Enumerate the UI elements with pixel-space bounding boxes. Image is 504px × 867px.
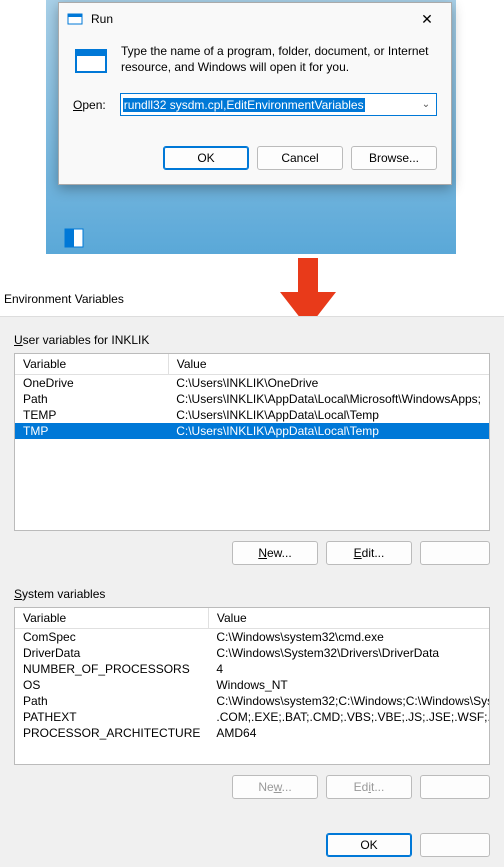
user-delete-button-partial[interactable] [420, 541, 490, 565]
table-row[interactable]: TEMPC:\Users\INKLIK\AppData\Local\Temp [15, 407, 489, 423]
env-window-title: Environment Variables [4, 292, 124, 306]
ok-button[interactable]: OK [326, 833, 412, 857]
open-value[interactable]: rundll32 sysdm.cpl,EditEnvironmentVariab… [123, 98, 365, 112]
column-value[interactable]: Value [168, 354, 489, 375]
table-row[interactable]: DriverDataC:\Windows\System32\Drivers\Dr… [15, 645, 490, 661]
sys-delete-button-partial[interactable] [420, 775, 490, 799]
desktop-icon-1[interactable]: ws [22, 44, 35, 56]
table-row[interactable]: OneDriveC:\Users\INKLIK\OneDrive [15, 375, 489, 392]
run-description: Type the name of a program, folder, docu… [121, 43, 437, 75]
table-row[interactable]: OSWindows_NT [15, 677, 490, 693]
column-value[interactable]: Value [208, 608, 490, 629]
desktop-icon-2b[interactable]: in [22, 158, 35, 170]
open-label: Open: [73, 98, 106, 112]
table-row[interactable]: TMPC:\Users\INKLIK\AppData\Local\Temp [15, 423, 489, 439]
table-row[interactable]: PROCESSOR_ARCHITECTUREAMD64 [15, 725, 490, 741]
cancel-button-partial[interactable] [420, 833, 490, 857]
chevron-down-icon[interactable]: ⌄ [418, 99, 434, 110]
run-title: Run [91, 12, 411, 26]
run-app-icon [67, 11, 83, 27]
user-new-button[interactable]: New... [232, 541, 318, 565]
browse-button[interactable]: Browse... [351, 146, 437, 170]
run-icon [73, 43, 109, 79]
user-vars-label: User variables for INKLIK [14, 333, 490, 347]
table-row[interactable]: ComSpecC:\Windows\system32\cmd.exe [15, 629, 490, 646]
open-combobox[interactable]: rundll32 sysdm.cpl,EditEnvironmentVariab… [120, 93, 437, 116]
run-titlebar[interactable]: Run ✕ [59, 3, 451, 35]
env-vars-panel: User variables for INKLIK Variable Value… [0, 316, 504, 867]
desktop-icon-2a[interactable]: pl [22, 146, 35, 158]
user-edit-button[interactable]: Edit... [326, 541, 412, 565]
column-variable[interactable]: Variable [15, 608, 208, 629]
sys-edit-button[interactable]: Edit... [326, 775, 412, 799]
user-vars-table[interactable]: Variable Value OneDriveC:\Users\INKLIK\O… [14, 353, 490, 531]
sys-vars-label: System variables [14, 587, 490, 601]
table-row[interactable]: PathC:\Windows\system32;C:\Windows;C:\Wi… [15, 693, 490, 709]
table-row[interactable]: NUMBER_OF_PROCESSORS4 [15, 661, 490, 677]
ok-button[interactable]: OK [163, 146, 249, 170]
close-icon[interactable]: ✕ [411, 3, 443, 35]
sys-vars-table[interactable]: Variable Value ComSpecC:\Windows\system3… [14, 607, 490, 765]
table-row[interactable]: PathC:\Users\INKLIK\AppData\Local\Micros… [15, 391, 489, 407]
column-variable[interactable]: Variable [15, 354, 168, 375]
desktop-icon-labels: ws pl in [22, 44, 35, 170]
cancel-button[interactable]: Cancel [257, 146, 343, 170]
taskbar-app-icon[interactable] [64, 228, 84, 248]
table-row[interactable]: PATHEXT.COM;.EXE;.BAT;.CMD;.VBS;.VBE;.JS… [15, 709, 490, 725]
sys-new-button[interactable]: New... [232, 775, 318, 799]
run-dialog: Run ✕ Type the name of a program, folder… [58, 2, 452, 185]
